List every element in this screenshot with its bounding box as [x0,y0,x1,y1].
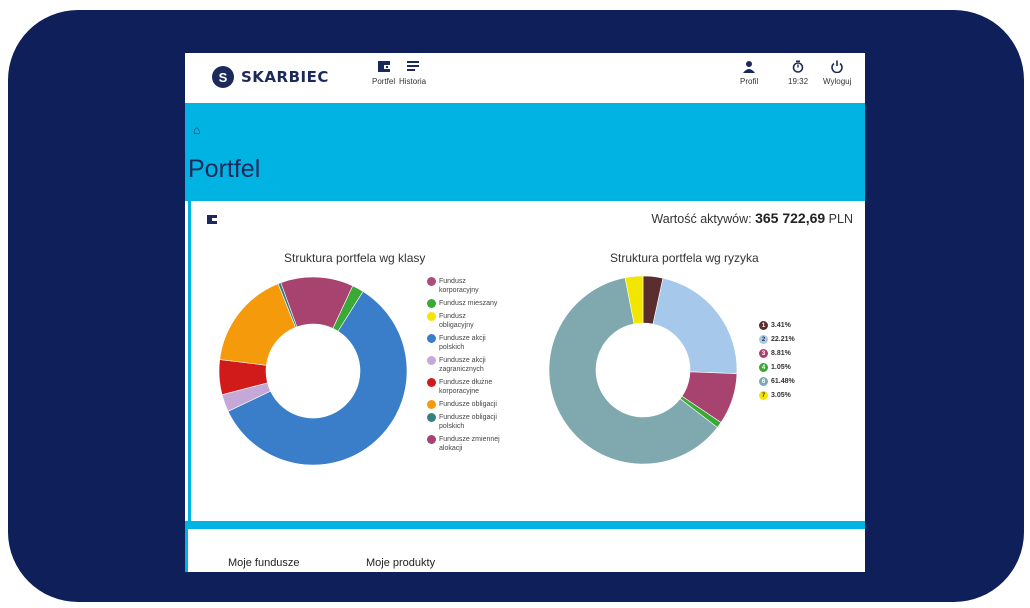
legend-swatch [427,277,436,286]
page-header: ⌂ Portfel [185,103,865,201]
risk-share-label: 22.21% [771,336,795,343]
legend-item-fundusze-akcji-zagranicznych[interactable]: Fundusze akcji zagranicznych [427,356,547,374]
risk-legend-item-6[interactable]: 6 61.48% [759,377,795,386]
top-navigation-bar: S SKARBIEC Portfel Historia Profil 19:32… [185,53,865,103]
risk-share-label: 3.05% [771,392,791,399]
risk-legend-item-4[interactable]: 4 1.05% [759,363,795,372]
logo[interactable]: S SKARBIEC [212,66,329,88]
risk-legend-item-7[interactable]: 7 3.05% [759,391,795,400]
section-divider [185,521,865,529]
risk-share-label: 8.81% [771,350,791,357]
nav-historia[interactable]: Historia [399,60,426,86]
legend-item-fundusze-obligacji[interactable]: Fundusze obligacji [427,400,547,409]
risk-level-badge: 4 [759,363,768,372]
chart-title-risk: Struktura portfela wg ryzyka [610,251,759,265]
power-icon [831,60,843,73]
user-icon [743,61,756,73]
wallet-icon [377,61,390,72]
legend-item-fundusz-korporacyjny[interactable]: Fundusz korporacyjny [427,277,547,295]
risk-legend-item-2[interactable]: 2 22.21% [759,335,795,344]
legend-label: Fundusze obligacji [439,401,497,408]
risk-level-badge: 3 [759,349,768,358]
profile-label: Profil [740,77,759,86]
app-screen: S SKARBIEC Portfel Historia Profil 19:32… [185,53,865,572]
risk-level-badge: 2 [759,335,768,344]
tab-moje-fundusze[interactable]: Moje fundusze [228,557,300,569]
donut-chart-class[interactable] [216,274,410,468]
legend-item-fundusze-d-u-ne-korporacyjne[interactable]: Fundusze dłużne korporacyjne [427,378,547,396]
nav-historia-label: Historia [399,77,427,86]
timer-label: 19:32 [788,77,809,86]
legend-item-fundusze-zmiennej-alokacji[interactable]: Fundusze zmiennej alokacji [427,435,547,453]
risk-share-label: 1.05% [771,364,791,371]
page-title: Portfel [188,155,261,183]
legend-label: Fundusze obligacji polskich [439,414,497,430]
asset-value-amount: 365 722,69 [755,210,826,226]
risk-level-badge: 1 [759,321,768,330]
legend-swatch [427,312,436,321]
legend-label: Fundusze akcji zagranicznych [439,357,486,373]
donut-chart-risk[interactable] [546,273,740,467]
legend-swatch [427,435,436,444]
legend-label: Fundusze zmiennej alokacji [439,436,500,452]
risk-level-badge: 6 [759,377,768,386]
legend-item-fundusze-akcji-polskich[interactable]: Fundusze akcji polskich [427,334,547,352]
logo-text: SKARBIEC [241,68,329,86]
legend-swatch [427,299,436,308]
bottom-tabs: Moje fundusze Moje produkty [185,529,865,572]
tab-moje-produkty[interactable]: Moje produkty [366,557,435,569]
logout-button[interactable]: Wyloguj [823,60,851,86]
profile-button[interactable]: Profil [740,60,758,86]
asset-value: Wartość aktywów: 365 722,69 PLN [651,210,853,226]
risk-legend-item-3[interactable]: 3 8.81% [759,349,795,358]
chart-title-class: Struktura portfela wg klasy [284,251,426,265]
legend-item-fundusz-obligacyjny[interactable]: Fundusz obligacyjny [427,312,547,330]
risk-share-label: 3.41% [771,322,791,329]
legend-swatch [427,334,436,343]
nav-portfel-label: Portfel [372,77,396,86]
legend-risk: 1 3.41% 2 22.21% 3 8.81% 4 1.05% 6 61.48% 7 3.05% [759,321,795,405]
risk-legend-item-1[interactable]: 1 3.41% [759,321,795,330]
risk-share-label: 61.48% [771,378,795,385]
logo-icon: S [212,66,234,88]
legend-class: Fundusz korporacyjny Fundusz mieszany Fundu… [427,277,547,457]
list-icon [406,61,419,71]
asset-value-currency: PLN [828,212,853,226]
legend-label: Fundusz obligacyjny [439,313,474,329]
legend-label: Fundusze akcji polskich [439,335,486,351]
legend-item-fundusze-obligacji-polskich[interactable]: Fundusze obligacji polskich [427,413,547,431]
legend-label: Fundusz mieszany [439,300,498,307]
home-icon[interactable]: ⌂ [193,123,200,137]
legend-swatch [427,413,436,422]
portfolio-panel: Wartość aktywów: 365 722,69 PLN Struktur… [188,201,865,521]
legend-swatch [427,356,436,365]
legend-swatch [427,378,436,387]
risk-level-badge: 7 [759,391,768,400]
wallet-icon [207,215,217,224]
legend-swatch [427,400,436,409]
session-timer: 19:32 [788,60,808,86]
legend-item-fundusz-mieszany[interactable]: Fundusz mieszany [427,299,547,308]
logout-label: Wyloguj [823,77,852,86]
risk-slice-2[interactable] [652,277,738,374]
legend-label: Fundusze dłużne korporacyjne [439,379,493,395]
nav-portfel[interactable]: Portfel [372,60,395,86]
stopwatch-icon [792,60,804,73]
asset-value-label: Wartość aktywów: [651,212,752,226]
legend-label: Fundusz korporacyjny [439,278,479,294]
